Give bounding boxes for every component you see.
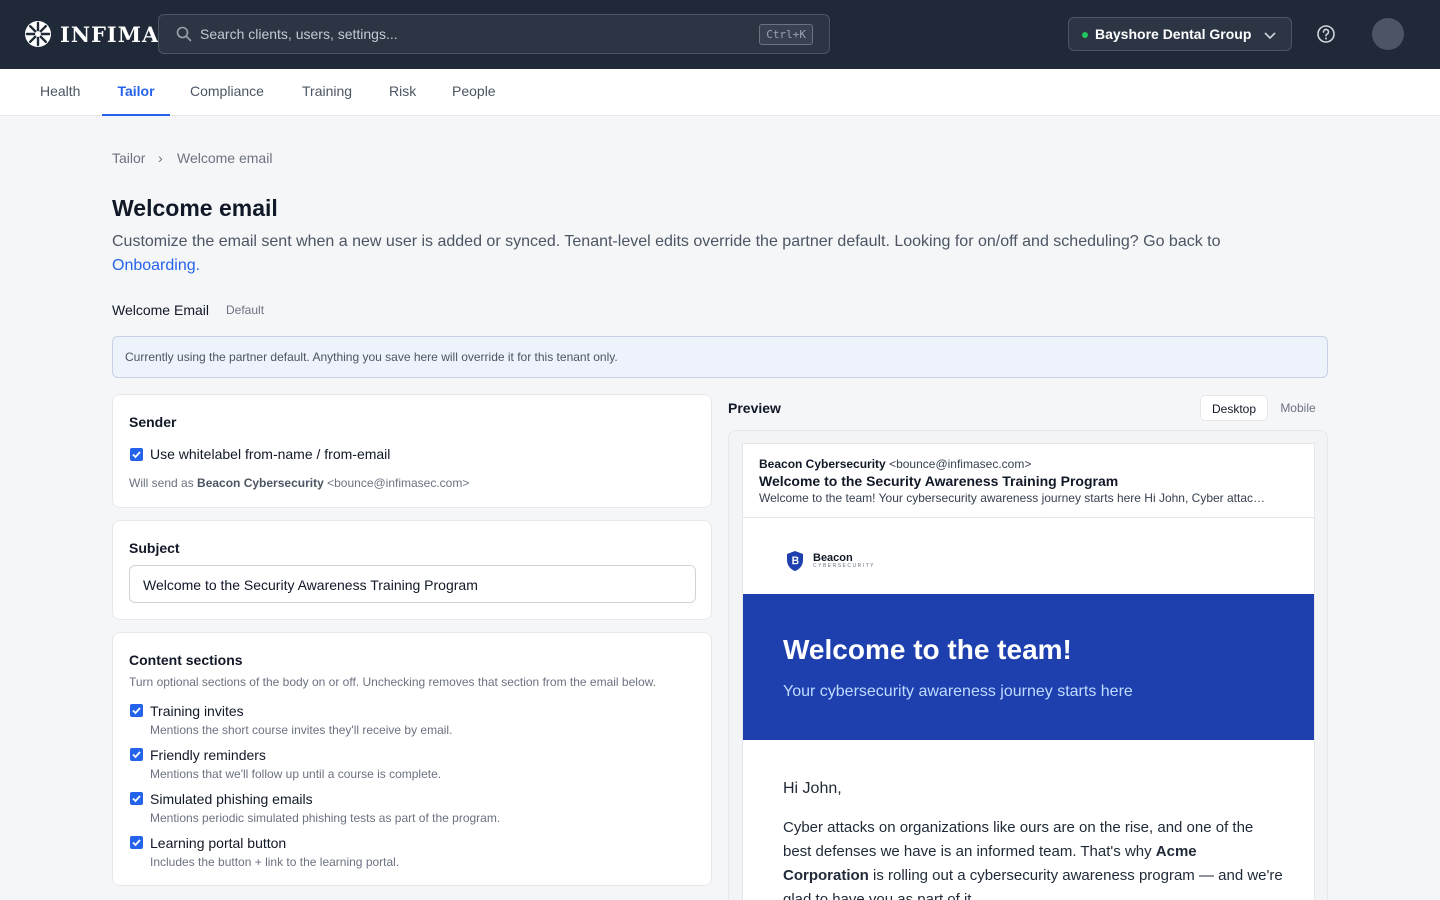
friendly-reminders-desc: Mentions that we'll follow up until a co… xyxy=(150,767,442,781)
simulated-phishing-checkbox[interactable] xyxy=(130,792,143,805)
preview-title: Preview xyxy=(728,400,781,416)
learning-portal-desc: Includes the button + link to the learni… xyxy=(150,855,400,869)
friendly-reminders-label[interactable]: Friendly reminders xyxy=(150,747,266,763)
breadcrumb-separator: › xyxy=(158,150,163,166)
top-bar: INFIMA Search clients, users, settings..… xyxy=(0,0,1440,69)
tenant-name: Bayshore Dental Group xyxy=(1095,26,1252,42)
tab-training[interactable]: Training xyxy=(302,69,352,116)
tab-tailor[interactable]: Tailor xyxy=(102,69,170,116)
content-sections-card: Content sections Turn optional sections … xyxy=(112,632,712,886)
subject-title: Subject xyxy=(129,540,180,556)
training-invites-desc: Mentions the short course invites they'l… xyxy=(150,723,453,737)
search-shortcut: Ctrl+K xyxy=(759,24,813,45)
whitelabel-checkbox[interactable] xyxy=(130,448,143,461)
template-label: Welcome Email xyxy=(112,302,209,318)
mobile-mode-button[interactable]: Mobile xyxy=(1276,395,1320,421)
subject-value: Welcome to the Security Awareness Traini… xyxy=(143,577,478,593)
tenant-status-dot xyxy=(1082,32,1088,38)
content-hint: Turn optional sections of the body on or… xyxy=(129,675,656,689)
sender-card: Sender Use whitelabel from-name / from-e… xyxy=(112,394,712,508)
onboarding-link[interactable]: Onboarding. xyxy=(112,257,200,274)
training-invites-label[interactable]: Training invites xyxy=(150,703,244,719)
notice-text: Currently using the partner default. Any… xyxy=(125,350,618,364)
email-from: Beacon Cybersecurity <bounce@infimasec.c… xyxy=(759,457,1031,471)
simulated-phishing-label[interactable]: Simulated phishing emails xyxy=(150,791,313,807)
email-from-address: <bounce@infimasec.com> xyxy=(889,457,1032,471)
description-text: Customize the email sent when a new user… xyxy=(112,233,1221,250)
training-invites-checkbox[interactable] xyxy=(130,704,143,717)
email-from-name: Beacon Cybersecurity xyxy=(759,457,886,471)
app-logo[interactable]: INFIMA xyxy=(24,19,159,49)
help-icon[interactable] xyxy=(1316,24,1336,44)
whitelabel-label[interactable]: Use whitelabel from-name / from-email xyxy=(150,446,390,462)
sender-hint-email: <bounce@infimasec.com> xyxy=(327,476,470,490)
nav-tabs: Health Tailor Compliance Training Risk P… xyxy=(0,69,1440,116)
email-preview-frame: Beacon Cybersecurity <bounce@infimasec.c… xyxy=(728,430,1328,900)
email-preheader: Welcome to the team! Your cybersecurity … xyxy=(759,491,1266,505)
email-brand-tagline: CYBERSECURITY xyxy=(813,563,876,569)
preview-mode-toggle: Desktop Mobile xyxy=(1200,395,1328,421)
search-input[interactable]: Search clients, users, settings... xyxy=(200,26,398,42)
subject-card: Subject Welcome to the Security Awarenes… xyxy=(112,520,712,620)
email-hero: Welcome to the team! Your cybersecurity … xyxy=(743,594,1314,740)
learning-portal-label[interactable]: Learning portal button xyxy=(150,835,286,851)
simulated-phishing-desc: Mentions periodic simulated phishing tes… xyxy=(150,811,501,825)
search-icon xyxy=(176,26,192,42)
global-search[interactable]: Search clients, users, settings... Ctrl+… xyxy=(158,14,830,54)
email-greeting: Hi John, xyxy=(783,780,842,797)
email-subject: Welcome to the Security Awareness Traini… xyxy=(759,473,1119,489)
email-brand-name: Beacon xyxy=(813,552,853,564)
page-description: Customize the email sent when a new user… xyxy=(112,230,1282,278)
desktop-mode-button[interactable]: Desktop xyxy=(1200,395,1268,421)
hero-subtitle: Your cybersecurity awareness journey sta… xyxy=(783,683,1133,700)
tab-compliance[interactable]: Compliance xyxy=(190,69,264,116)
email-brand-logo: Beacon CYBERSECURITY xyxy=(785,550,875,572)
chevron-down-icon xyxy=(1264,32,1276,40)
brand-name: INFIMA xyxy=(60,21,160,47)
tenant-switcher[interactable]: Bayshore Dental Group xyxy=(1068,17,1292,51)
sender-title: Sender xyxy=(129,414,177,430)
partner-default-notice: Currently using the partner default. Any… xyxy=(112,336,1328,378)
friendly-reminders-checkbox[interactable] xyxy=(130,748,143,761)
template-badge: Default xyxy=(226,303,265,317)
email-preview: Beacon Cybersecurity <bounce@infimasec.c… xyxy=(742,443,1315,900)
tab-people[interactable]: People xyxy=(452,69,496,116)
user-avatar[interactable] xyxy=(1372,18,1404,50)
tab-health[interactable]: Health xyxy=(40,69,80,116)
content-title: Content sections xyxy=(129,652,243,668)
sender-hint-name: Beacon Cybersecurity xyxy=(197,476,324,490)
page-title: Welcome email xyxy=(112,195,278,221)
sender-hint: Will send as Beacon Cybersecurity <bounc… xyxy=(129,476,469,490)
learning-portal-checkbox[interactable] xyxy=(130,836,143,849)
hero-title: Welcome to the team! xyxy=(783,634,1072,665)
shield-icon xyxy=(787,551,803,571)
breadcrumb-current: Welcome email xyxy=(177,150,273,166)
brand-text: Beacon CYBERSECURITY xyxy=(813,552,876,570)
logo-icon xyxy=(25,21,51,47)
email-header: Beacon Cybersecurity <bounce@infimasec.c… xyxy=(743,444,1314,518)
email-body-paragraph: Cyber attacks on organizations like ours… xyxy=(783,816,1283,900)
subject-input[interactable]: Welcome to the Security Awareness Traini… xyxy=(129,565,696,603)
tab-risk[interactable]: Risk xyxy=(389,69,416,116)
sender-hint-prefix: Will send as xyxy=(129,476,194,490)
breadcrumb-parent[interactable]: Tailor xyxy=(112,150,145,166)
